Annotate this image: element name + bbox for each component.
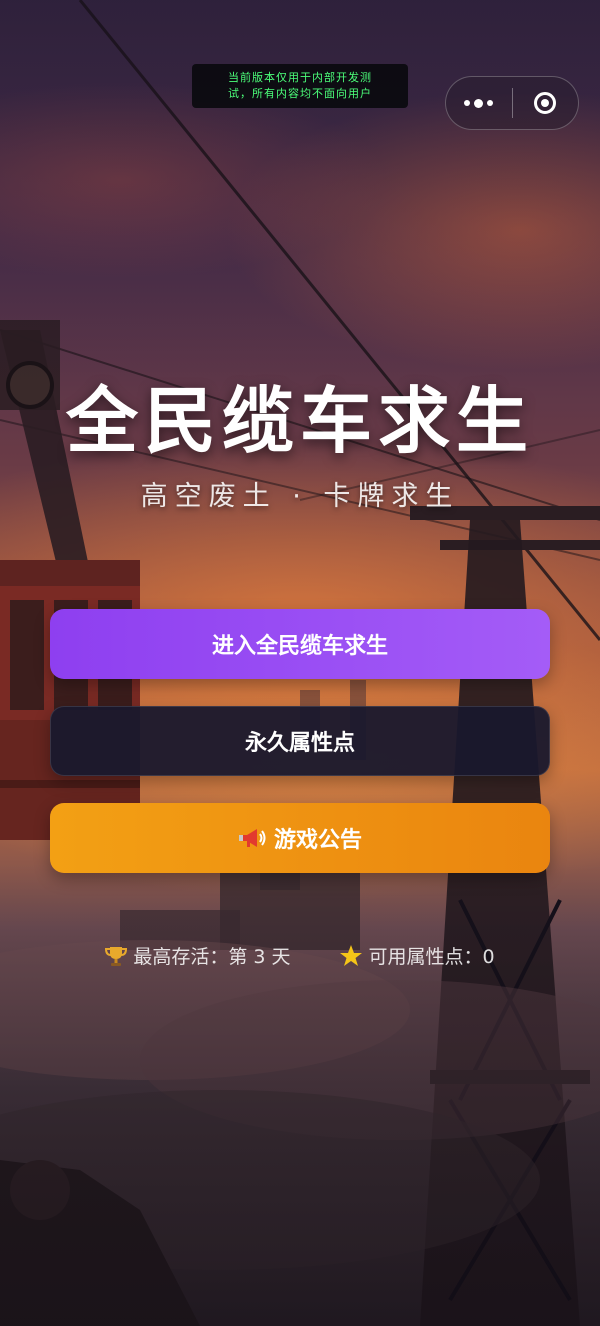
best-survival-stat: 最高存活：第 3 天 <box>105 942 291 969</box>
debug-notice-line-1: 当前版本仅用于内部开发测 <box>228 71 372 84</box>
close-button[interactable] <box>513 77 579 129</box>
best-survival-text: 最高存活：第 3 天 <box>133 946 291 968</box>
star-icon <box>339 944 363 968</box>
permanent-attributes-button[interactable]: 永久属性点 <box>50 706 550 776</box>
enter-game-button[interactable]: 进入全民缆车求生 <box>50 609 550 679</box>
debug-notice-line-2: 试，所有内容均不面向用户 <box>228 87 372 100</box>
trophy-icon <box>105 945 128 967</box>
more-dots-icon <box>464 100 471 106</box>
more-dots-icon-right <box>487 100 494 106</box>
permanent-attributes-label: 永久属性点 <box>244 731 355 756</box>
available-points-text: 可用属性点：0 <box>368 946 495 968</box>
debug-notice-banner: 当前版本仅用于内部开发测 试，所有内容均不面向用户 <box>192 64 408 108</box>
player-stats: 最高存活：第 3 天 可用属性点：0 <box>0 942 600 969</box>
close-target-icon-core <box>541 99 550 107</box>
app-screen: 当前版本仅用于内部开发测 试，所有内容均不面向用户 全民缆车求生 高空废土 · … <box>0 0 600 1326</box>
mini-program-capsule <box>445 76 579 130</box>
close-target-icon <box>534 92 557 114</box>
game-subtitle: 高空废土 · 卡牌求生 <box>140 481 460 512</box>
game-notice-button[interactable]: 游戏公告 <box>50 803 550 873</box>
enter-game-label: 进入全民缆车求生 <box>211 634 388 659</box>
available-points-stat: 可用属性点：0 <box>339 942 495 969</box>
more-button[interactable] <box>446 77 512 129</box>
more-dots-icon-center <box>474 98 484 108</box>
game-notice-label: 游戏公告 <box>273 828 362 853</box>
game-title: 全民缆车求生 <box>65 379 534 463</box>
megaphone-icon <box>238 826 266 850</box>
